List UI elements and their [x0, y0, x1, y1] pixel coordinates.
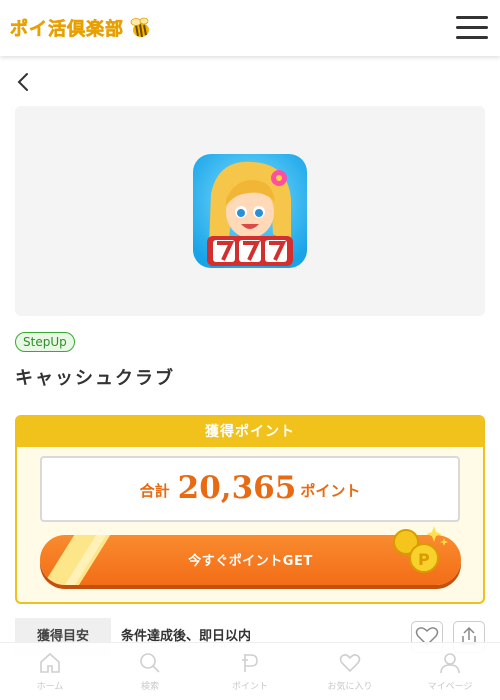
hamburger-menu-button[interactable] — [456, 12, 488, 44]
bee-icon — [130, 17, 149, 38]
nav-item-favorites[interactable]: お気に入り — [300, 643, 400, 700]
search-icon — [140, 653, 160, 673]
nav-label-favorites: お気に入り — [327, 682, 373, 692]
coins-icon: P — [393, 526, 448, 573]
points-header: 獲得ポイント — [17, 417, 483, 447]
total-points-unit: ポイント — [300, 482, 361, 500]
logo[interactable]: ポイ活倶楽部 — [10, 14, 152, 42]
heart-icon — [339, 654, 361, 673]
nav-item-points[interactable]: ポイント — [200, 643, 300, 700]
svg-text:P: P — [418, 550, 430, 569]
bottom-navigation: ホーム 検索 ポイント お気に入り マイページ — [0, 642, 500, 700]
total-points-box: 合計 20,365 ポイント — [40, 456, 460, 522]
nav-item-home[interactable]: ホーム — [0, 643, 100, 700]
nav-label-points: ポイント — [231, 682, 268, 692]
total-label: 合計 — [139, 482, 170, 500]
chevron-left-icon — [17, 73, 28, 91]
point-icon — [242, 654, 258, 672]
back-button[interactable] — [14, 70, 34, 94]
total-points-value: 20,365 — [177, 470, 297, 506]
person-icon — [440, 653, 460, 674]
nav-item-mypage[interactable]: マイページ — [400, 643, 500, 700]
offer-title: キャッシュクラブ — [15, 368, 175, 389]
app-icon — [193, 154, 307, 268]
home-icon — [40, 652, 60, 673]
nav-label-search: 検索 — [140, 682, 159, 692]
nav-label-mypage: マイページ — [427, 682, 473, 692]
stepup-badge: StepUp — [15, 332, 75, 352]
nav-item-search[interactable]: 検索 — [100, 643, 200, 700]
logo-text: ポイ活倶楽部 — [10, 19, 124, 41]
nav-label-home: ホーム — [36, 682, 64, 692]
app-header: ポイ活倶楽部 — [0, 0, 500, 56]
